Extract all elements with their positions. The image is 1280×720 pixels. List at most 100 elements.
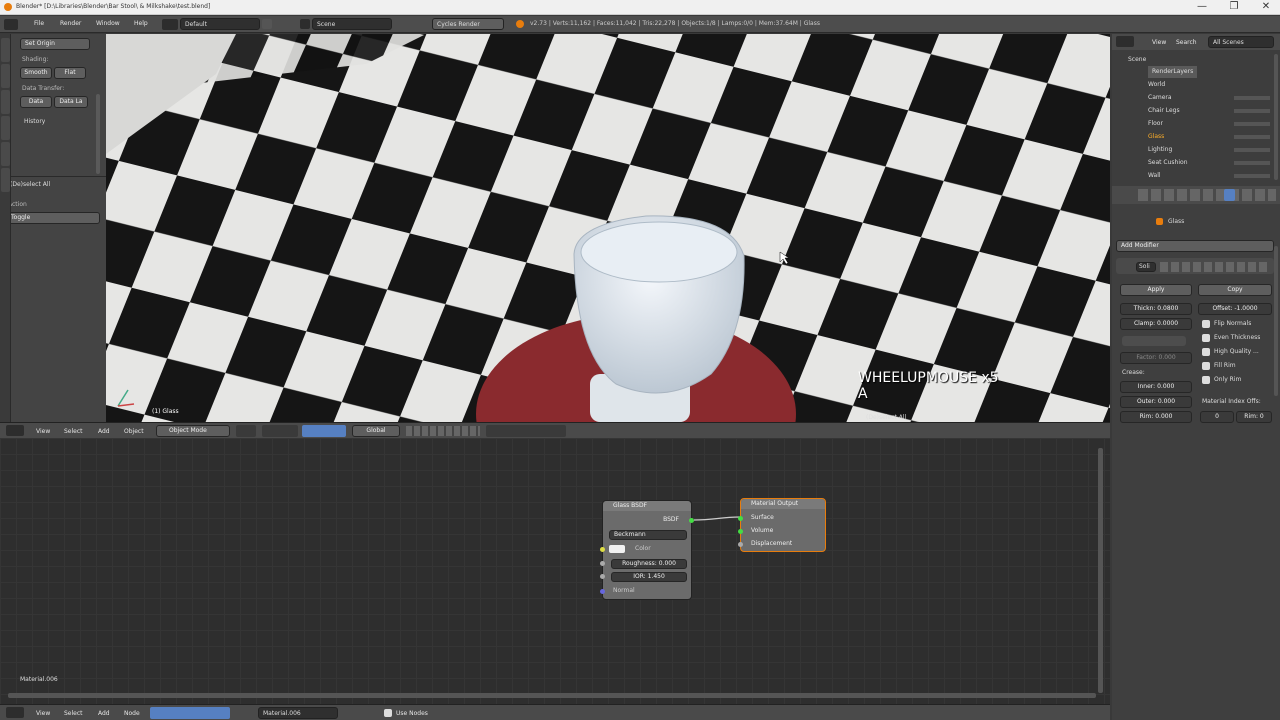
node-editor[interactable]: Material.006 Glass BSDF BSDF Beckmann Co… xyxy=(0,438,1110,704)
outliner-row-floor[interactable]: Floor xyxy=(1148,118,1163,130)
layers-grid-icon[interactable] xyxy=(406,426,480,436)
menu-view[interactable]: View xyxy=(36,710,50,717)
menu-select[interactable]: Select xyxy=(64,428,83,435)
factor-field[interactable]: Factor: 0.000 xyxy=(1120,352,1192,364)
ior-socket[interactable] xyxy=(600,574,605,579)
mode-select[interactable]: Object Mode xyxy=(156,425,230,437)
pivot-icon[interactable] xyxy=(262,425,298,437)
add-layout-icon[interactable] xyxy=(262,19,272,29)
menu-node[interactable]: Node xyxy=(124,710,140,717)
minimize-button[interactable]: — xyxy=(1186,0,1218,14)
properties-scrollbar[interactable] xyxy=(1274,246,1278,396)
vertex-group-field[interactable] xyxy=(1122,336,1186,346)
displacement-socket[interactable] xyxy=(738,542,743,547)
outliner-row-wall[interactable]: Wall xyxy=(1148,170,1161,182)
rim-offset-field[interactable]: Rim: 0 xyxy=(1236,411,1272,423)
menu-view[interactable]: View xyxy=(1152,39,1166,46)
render-engine-select[interactable]: Cycles Render xyxy=(432,18,504,30)
color-swatch[interactable] xyxy=(609,545,625,553)
action-select[interactable]: Toggle xyxy=(6,212,100,224)
material-offset-field[interactable]: 0 xyxy=(1200,411,1234,423)
high-quality-checkbox[interactable] xyxy=(1202,348,1210,356)
bsdf-output-socket[interactable] xyxy=(689,518,694,523)
outliner-scrollbar[interactable] xyxy=(1274,54,1278,180)
tab-physics[interactable] xyxy=(1,142,10,166)
color-socket[interactable] xyxy=(600,547,605,552)
menu-view[interactable]: View xyxy=(36,428,50,435)
modifier-name-field[interactable]: Soli xyxy=(1136,262,1156,272)
crease-rim-field[interactable]: Rim: 0.000 xyxy=(1120,411,1192,423)
outliner-row-seat-cushion[interactable]: Seat Cushion xyxy=(1148,157,1188,169)
data-button[interactable]: Data xyxy=(20,96,52,108)
use-nodes-checkbox[interactable] xyxy=(384,709,392,717)
normal-socket[interactable] xyxy=(600,589,605,594)
glass-bsdf-node[interactable]: Glass BSDF BSDF Beckmann Color Roughness… xyxy=(600,500,694,600)
menu-add[interactable]: Add xyxy=(98,710,110,717)
modifier-tab-icon[interactable] xyxy=(1224,189,1235,201)
tab-animation[interactable] xyxy=(1,116,10,140)
outliner-row-world[interactable]: World xyxy=(1148,79,1165,91)
scrollbar[interactable] xyxy=(96,94,100,174)
crease-outer-field[interactable]: Outer: 0.000 xyxy=(1120,396,1192,408)
set-origin-button[interactable]: Set Origin xyxy=(20,38,90,50)
copy-button[interactable]: Copy xyxy=(1198,284,1272,296)
3d-viewport[interactable]: (1) Glass WHEELUPMOUSE x5 A (De)select A… xyxy=(106,34,1110,422)
tab-relations[interactable] xyxy=(1,90,10,114)
material-output-node[interactable]: Material Output Surface Volume Displacem… xyxy=(738,498,826,552)
tab-grease-pencil[interactable] xyxy=(1,168,10,192)
scene-field[interactable]: Scene xyxy=(312,18,392,30)
outliner-row-scene[interactable]: Scene xyxy=(1128,54,1146,66)
menu-select[interactable]: Select xyxy=(64,710,83,717)
display-mode-select[interactable]: All Scenes xyxy=(1208,36,1274,48)
node-editor-icon[interactable] xyxy=(6,707,24,718)
apply-button[interactable]: Apply xyxy=(1120,284,1192,296)
outliner-row-renderlayers[interactable]: RenderLayers xyxy=(1148,66,1198,78)
menu-search[interactable]: Search xyxy=(1176,39,1197,46)
menu-window[interactable]: Window xyxy=(96,20,120,27)
data-layers-button[interactable]: Data La xyxy=(54,96,88,108)
only-rim-checkbox[interactable] xyxy=(1202,376,1210,384)
roughness-field[interactable]: Roughness: 0.000 xyxy=(611,559,687,569)
outliner-row-lighting[interactable]: Lighting xyxy=(1148,144,1172,156)
outliner-row-glass[interactable]: Glass xyxy=(1148,131,1164,143)
offset-field[interactable]: Offset: -1.0000 xyxy=(1198,303,1272,315)
menu-help[interactable]: Help xyxy=(134,20,148,27)
layout-icon[interactable] xyxy=(162,19,178,30)
operator-panel-title[interactable]: (De)select All xyxy=(10,181,50,188)
surface-socket[interactable] xyxy=(738,516,743,521)
menu-render[interactable]: Render xyxy=(60,20,81,27)
flat-button[interactable]: Flat xyxy=(54,67,86,79)
volume-socket[interactable] xyxy=(738,529,743,534)
menu-object[interactable]: Object xyxy=(124,428,144,435)
manipulator-icon[interactable] xyxy=(302,425,346,437)
ior-field[interactable]: IOR: 1.450 xyxy=(611,572,687,582)
fill-rim-checkbox[interactable] xyxy=(1202,362,1210,370)
shader-type-icons[interactable] xyxy=(150,707,230,719)
tab-create[interactable] xyxy=(1,64,10,88)
roughness-socket[interactable] xyxy=(600,561,605,566)
tab-tools[interactable] xyxy=(1,38,10,62)
history-panel[interactable]: History xyxy=(24,118,45,125)
menu-file[interactable]: File xyxy=(34,20,44,27)
distribution-select[interactable]: Beckmann xyxy=(609,530,687,540)
smooth-button[interactable]: Smooth xyxy=(20,67,52,79)
node-title[interactable]: Glass BSDF xyxy=(603,501,691,511)
orientation-select[interactable]: Global xyxy=(352,425,400,437)
menu-add[interactable]: Add xyxy=(98,428,110,435)
flip-normals-checkbox[interactable] xyxy=(1202,320,1210,328)
editor-type-icon[interactable] xyxy=(4,19,18,30)
add-modifier-button[interactable]: Add Modifier xyxy=(1116,240,1274,252)
visibility-toggles[interactable] xyxy=(1234,92,1270,180)
material-field[interactable]: Material.006 xyxy=(258,707,338,719)
outliner-icon[interactable] xyxy=(1116,36,1134,47)
outliner-row-camera[interactable]: Camera xyxy=(1148,92,1172,104)
close-button[interactable]: ✕ xyxy=(1250,0,1280,14)
crease-inner-field[interactable]: Inner: 0.000 xyxy=(1120,381,1192,393)
thickness-field[interactable]: Thickn: 0.0800 xyxy=(1120,303,1192,315)
node-title[interactable]: Material Output xyxy=(741,499,825,509)
outliner-row-chair-legs[interactable]: Chair Legs xyxy=(1148,105,1180,117)
modifier-toggles[interactable] xyxy=(1160,262,1270,272)
even-thickness-checkbox[interactable] xyxy=(1202,334,1210,342)
snap-icon[interactable] xyxy=(486,425,566,437)
context-tab-icons[interactable] xyxy=(1138,189,1276,201)
